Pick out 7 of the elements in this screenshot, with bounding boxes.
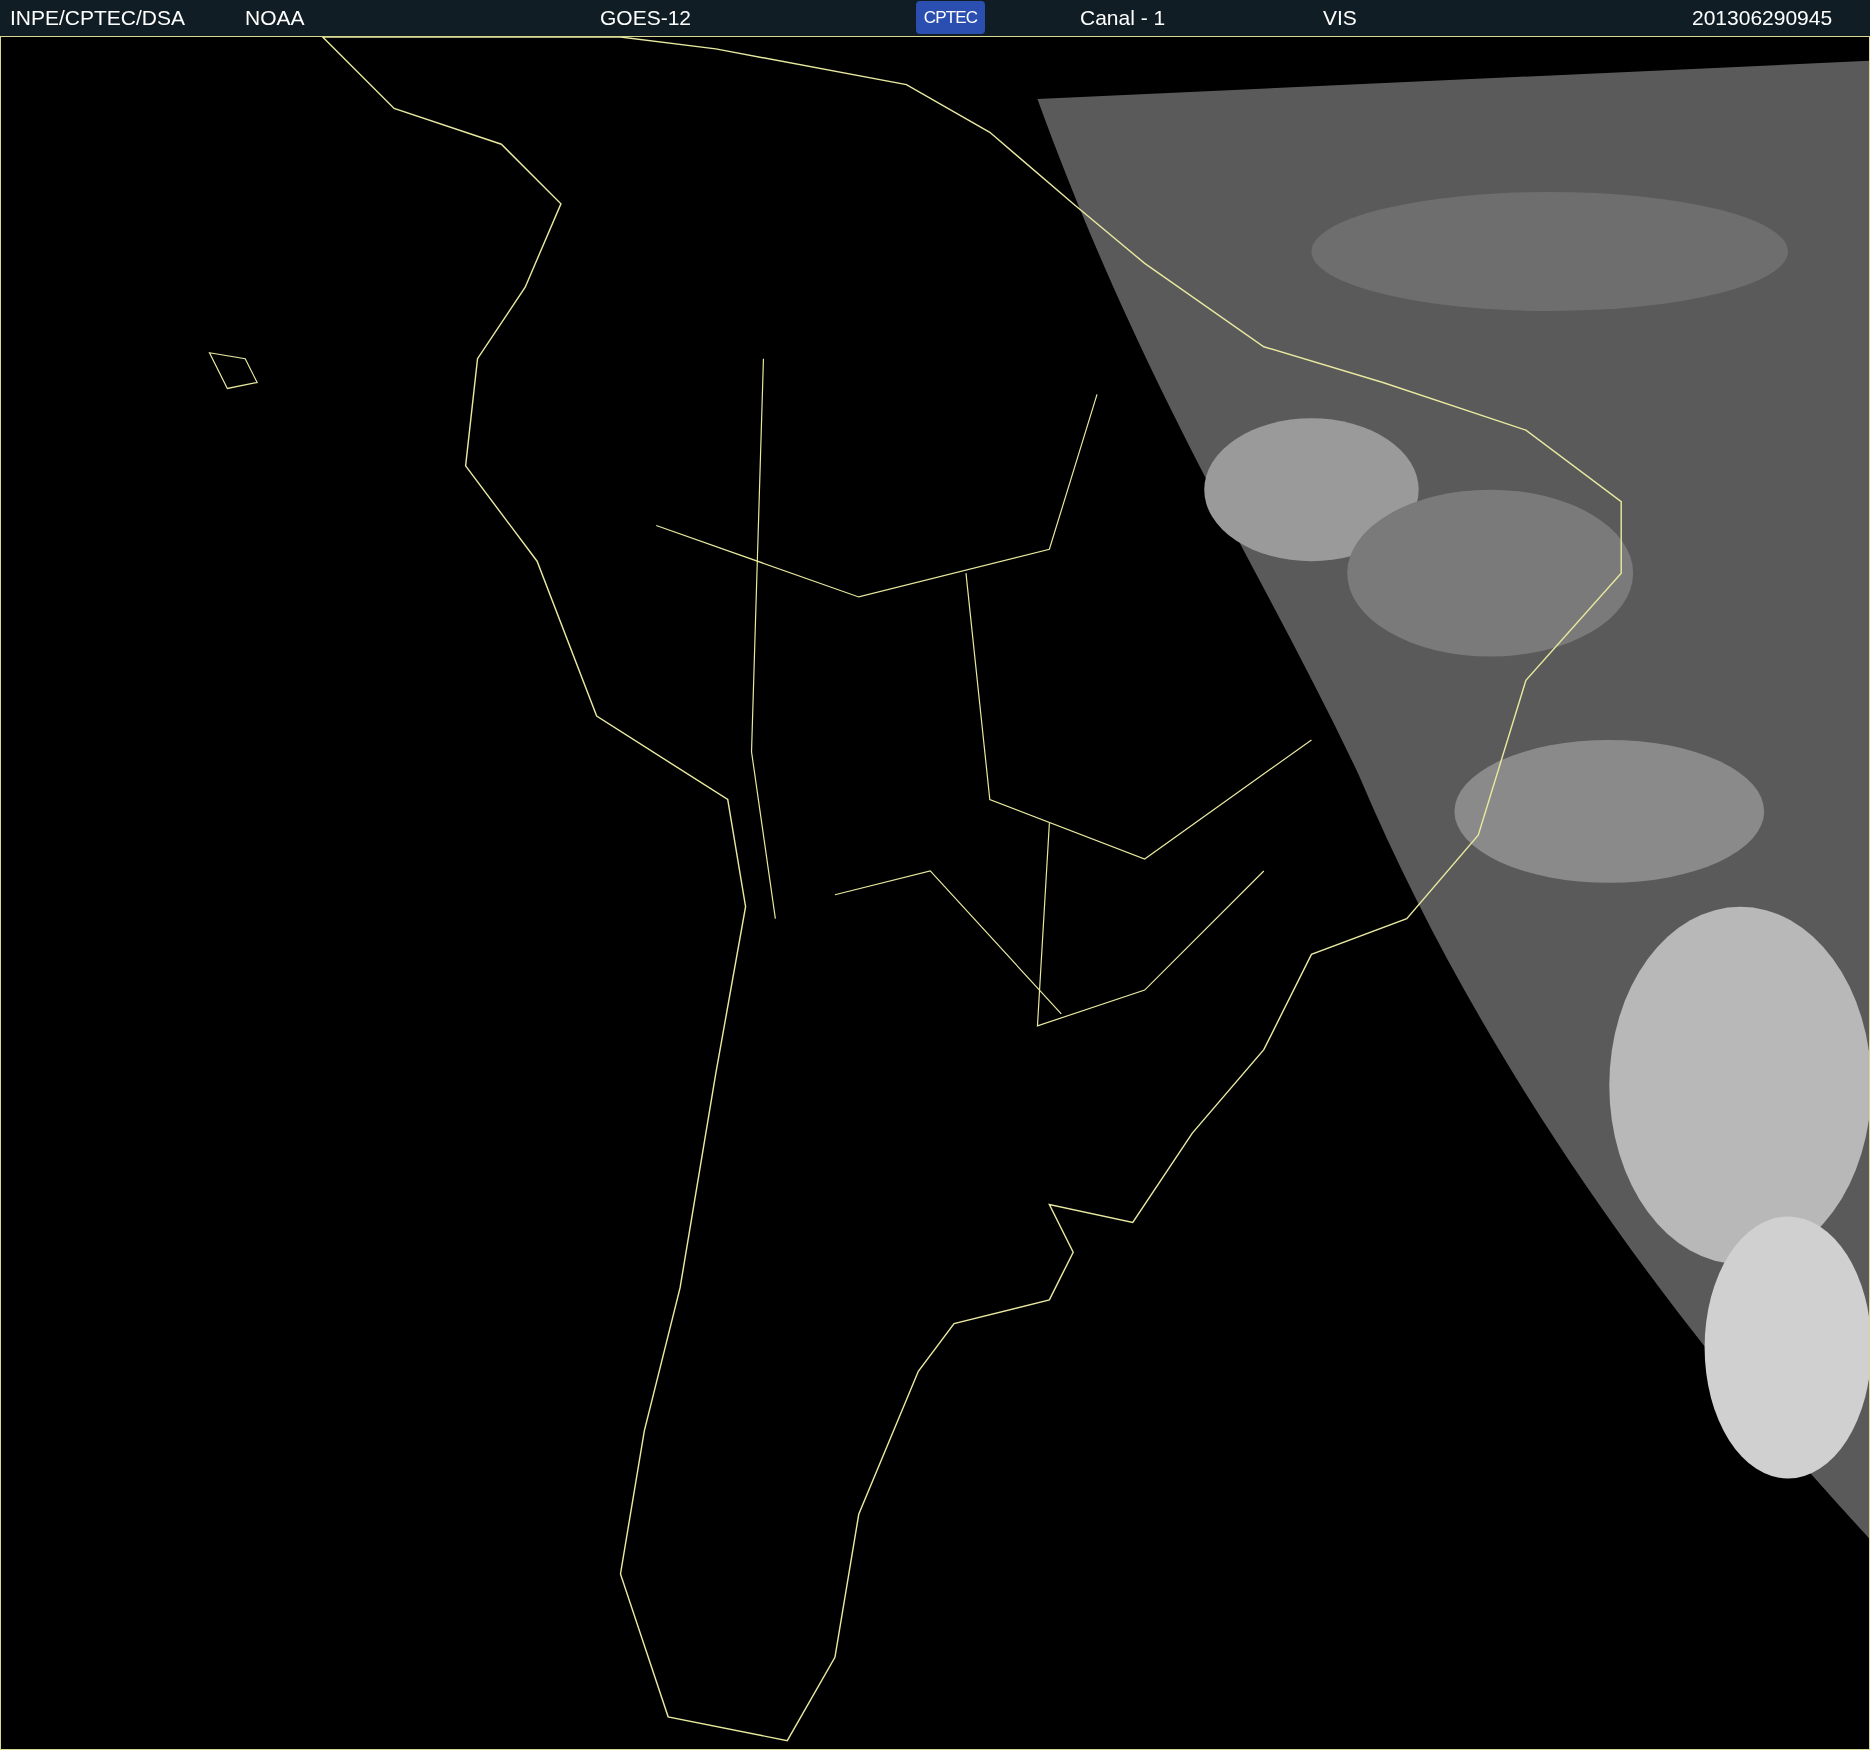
timestamp-label: 201306290945 (1692, 5, 1833, 31)
agency-label: NOAA (245, 5, 305, 31)
logo: CPTEC (916, 1, 985, 34)
agency-label: INPE/CPTEC/DSA (10, 5, 186, 31)
satellite-label: GOES-12 (600, 5, 692, 31)
channel-label: Canal - 1 (1080, 5, 1166, 31)
band-label: VIS (1323, 5, 1357, 31)
